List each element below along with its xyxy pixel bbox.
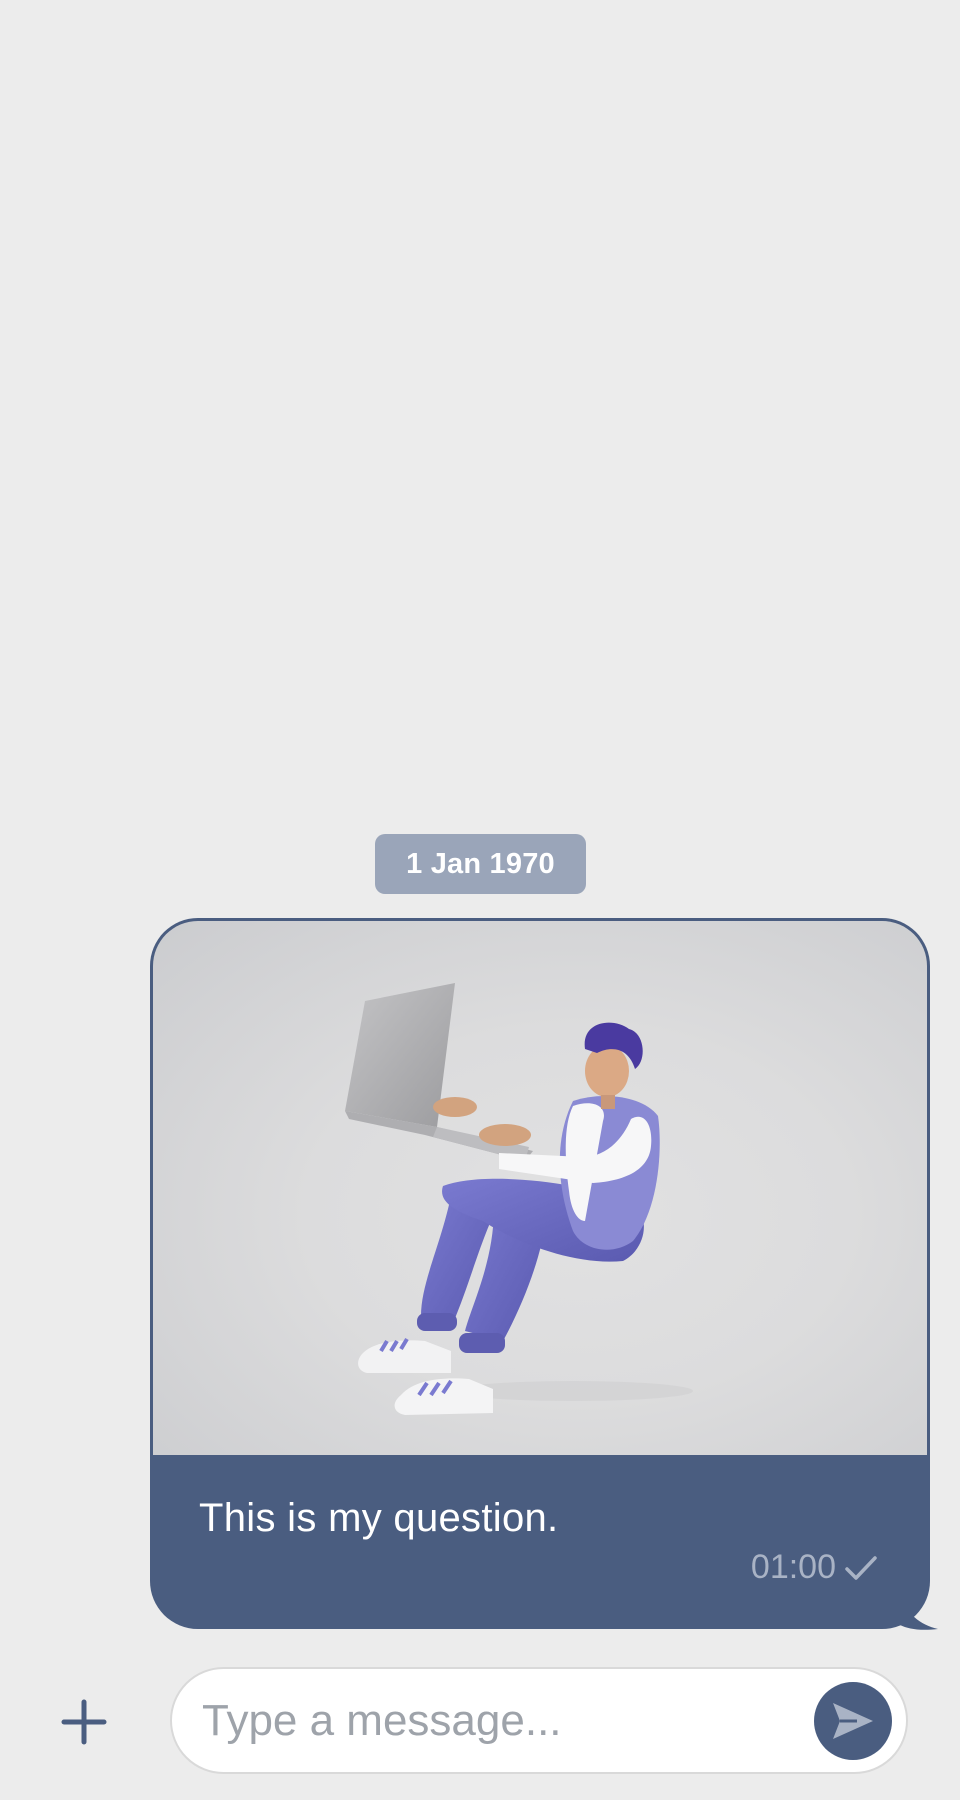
- plus-icon: [61, 1699, 107, 1745]
- message-time: 01:00: [750, 1548, 836, 1586]
- send-icon: [833, 1703, 873, 1739]
- person-with-laptop-illustration: [345, 983, 693, 1415]
- message-composer: [170, 1667, 908, 1774]
- send-button[interactable]: [814, 1682, 892, 1760]
- check-icon: [845, 1555, 877, 1580]
- add-attachment-button[interactable]: [50, 1695, 118, 1749]
- message-bubble[interactable]: This is my question. 01:00: [150, 918, 930, 1629]
- message-meta: 01:00: [751, 1548, 878, 1587]
- message-input[interactable]: [202, 1681, 762, 1761]
- message-image[interactable]: [153, 921, 927, 1455]
- date-divider-label: 1 Jan 1970: [406, 847, 555, 880]
- date-divider: 1 Jan 1970: [375, 834, 586, 894]
- bubble-tail: [900, 1595, 938, 1630]
- message-text: This is my question.: [199, 1496, 559, 1540]
